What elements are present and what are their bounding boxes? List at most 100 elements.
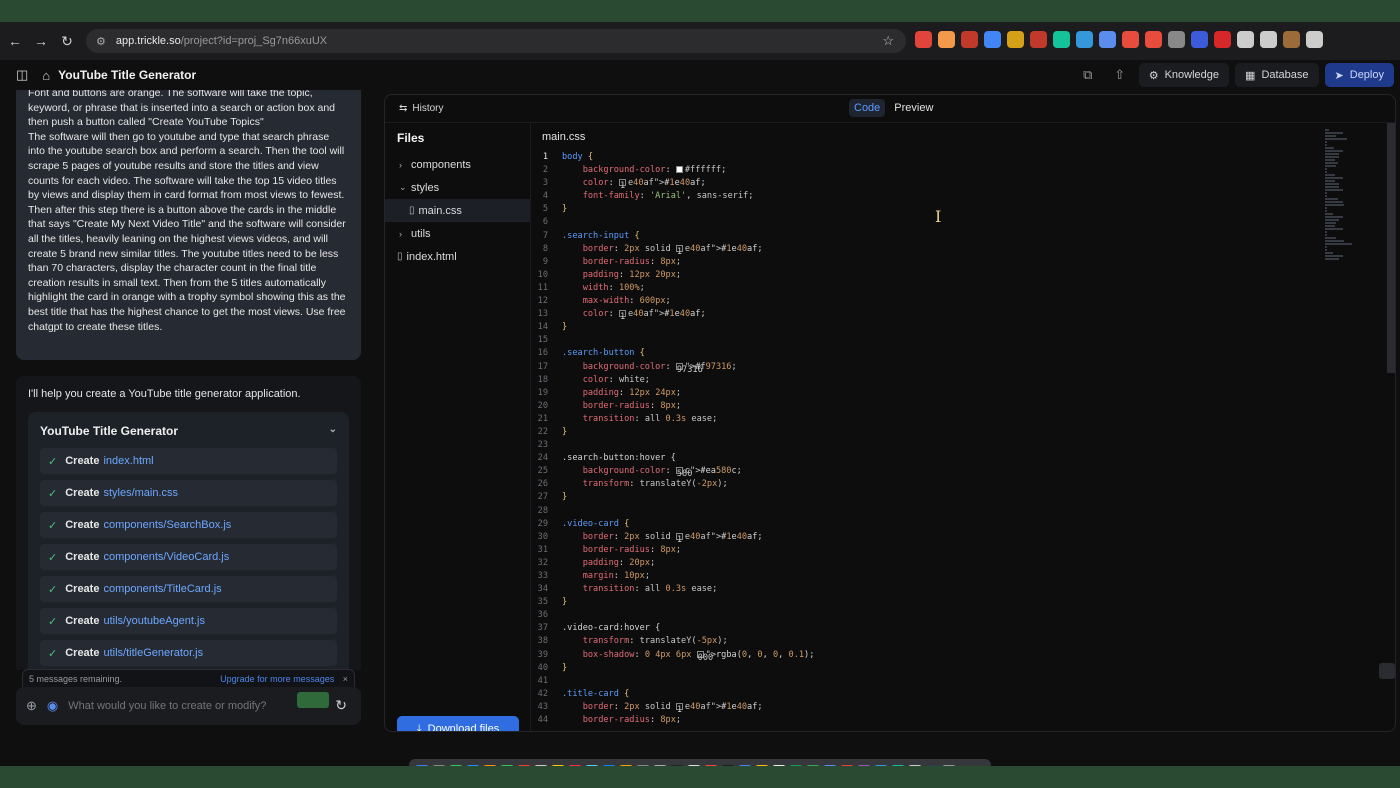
generation-card-header[interactable]: YouTube Title Generator ⌄ (40, 424, 337, 438)
task-item[interactable]: ✓ Create utils/titleGenerator.js (40, 640, 337, 666)
tab-preview[interactable]: Preview (889, 99, 938, 117)
v-icon[interactable] (1214, 31, 1231, 48)
collapse-handle[interactable] (1379, 663, 1395, 679)
code-line[interactable]: 35} (532, 596, 1392, 609)
site-settings-icon[interactable]: ⚙ (96, 35, 106, 48)
chevron-down-icon[interactable]: ⌄ (329, 424, 337, 438)
desc-icon[interactable] (1030, 31, 1047, 48)
deploy-button[interactable]: ➤ Deploy (1324, 63, 1394, 87)
code-line[interactable]: 38 transform: translateY(-5px); (532, 635, 1392, 648)
task-item[interactable]: ✓ Create components/SearchBox.js (40, 512, 337, 538)
code-line[interactable]: 23 (532, 439, 1392, 452)
code-line[interactable]: 30 border: 2px solid 1 e40af">#1e40af; (532, 531, 1392, 545)
sheet-icon[interactable] (1168, 31, 1185, 48)
figma-icon[interactable] (938, 31, 955, 48)
task-item[interactable]: ✓ Create components/TitleCard.js (40, 576, 337, 602)
task-item[interactable]: ✓ Create styles/main.css (40, 480, 337, 506)
close-icon[interactable]: × (343, 674, 348, 684)
code-line[interactable]: 6 (532, 216, 1392, 229)
code-line[interactable]: 39 box-shadow: 0 4px 6px 000">rgba(0, 0,… (532, 649, 1392, 663)
code-line[interactable]: 26 transform: translateY(-2px); (532, 478, 1392, 491)
code-line[interactable]: 14} (532, 321, 1392, 334)
task-item[interactable]: ✓ Create components/VideoCard.js (40, 544, 337, 570)
code-line[interactable]: 3 color: 1 e40af">#1e40af; (532, 177, 1392, 191)
code-line[interactable]: 37 .video-card:hover { (532, 622, 1392, 635)
task-item[interactable]: ✓ Create index.html (40, 448, 337, 474)
code-line[interactable]: 1 body { (532, 151, 1392, 164)
code-area[interactable]: main.css 1 body {2 background-color: #fff… (532, 123, 1395, 731)
code-line[interactable]: 21 transition: all 0.3s ease; (532, 413, 1392, 426)
o-icon[interactable] (1122, 31, 1139, 48)
copy-icon[interactable]: ⧉ (1075, 67, 1101, 83)
m-icon[interactable] (1076, 31, 1093, 48)
doc-icon[interactable] (1099, 31, 1116, 48)
history-button[interactable]: ⇆ History (399, 103, 444, 114)
file-item[interactable]: ▯ index.html (385, 245, 530, 268)
task-file-link[interactable]: index.html (103, 455, 153, 467)
code-editor[interactable]: 1 body {2 background-color: #ffffff; 3 col… (532, 151, 1392, 727)
code-line[interactable]: 11 width: 100%; (532, 282, 1392, 295)
code-line[interactable]: 31 border-radius: 8px; (532, 544, 1392, 557)
back-icon[interactable]: ← (2, 33, 28, 49)
grammarly-icon[interactable] (1053, 31, 1070, 48)
add-icon[interactable]: ⊕ (26, 698, 37, 714)
code-line[interactable]: 41 (532, 675, 1392, 688)
code-line[interactable]: 20 border-radius: 8px; (532, 400, 1392, 413)
translate-icon[interactable] (1007, 31, 1024, 48)
code-line[interactable]: 4 font-family: 'Arial', sans-serif; (532, 190, 1392, 203)
drop-icon[interactable] (984, 31, 1001, 48)
home-icon[interactable]: ⌂ (42, 68, 50, 83)
code-line[interactable]: 12 max-width: 600px; (532, 295, 1392, 308)
download-icon[interactable] (1260, 31, 1277, 48)
palette-icon[interactable]: ◉ (47, 698, 58, 714)
code-line[interactable]: 5} (532, 203, 1392, 216)
code-line[interactable]: 28 (532, 505, 1392, 518)
code-line[interactable]: 22} (532, 426, 1392, 439)
generation-card[interactable]: YouTube Title Generator ⌄ ✓ Create index.h… (28, 412, 349, 670)
task-file-link[interactable]: components/TitleCard.js (103, 583, 221, 595)
code-line[interactable]: 24 .search-button:hover { (532, 452, 1392, 465)
share-icon[interactable]: ⇧ (1107, 67, 1133, 83)
upgrade-link[interactable]: Upgrade for more messages (220, 674, 334, 684)
folder-item[interactable]: › components (385, 153, 530, 176)
code-line[interactable]: 7 .search-input { (532, 230, 1392, 243)
code-line[interactable]: 44 border-radius: 8px; (532, 714, 1392, 727)
bookmark-star-icon[interactable]: ☆ (882, 33, 894, 49)
code-line[interactable]: 13 color: 1 e40af">#1e40af; (532, 308, 1392, 322)
database-button[interactable]: ▦ Database (1235, 63, 1319, 87)
puzzle-icon[interactable] (961, 31, 978, 48)
tab-code[interactable]: Code (849, 99, 886, 117)
menu-icon[interactable] (1306, 31, 1323, 48)
code-line[interactable]: 42 .title-card { (532, 688, 1392, 701)
folder-item[interactable]: ⌄ styles (385, 176, 530, 199)
task-item[interactable]: ✓ Create utils/youtubeAgent.js (40, 608, 337, 634)
code-line[interactable]: 29 .video-card { (532, 518, 1392, 531)
pen-icon[interactable] (915, 31, 932, 48)
minimap[interactable] (1325, 129, 1355, 260)
code-line[interactable]: 40} (532, 662, 1392, 675)
reload-icon[interactable]: ↻ (54, 33, 80, 50)
task-file-link[interactable]: components/VideoCard.js (103, 551, 229, 563)
code-line[interactable]: 33 margin: 10px; (532, 570, 1392, 583)
task-file-link[interactable]: utils/titleGenerator.js (103, 647, 203, 659)
task-file-link[interactable]: components/SearchBox.js (103, 519, 231, 531)
code-line[interactable]: 34 transition: all 0.3s ease; (532, 583, 1392, 596)
forward-icon[interactable]: → (28, 33, 54, 49)
file-item[interactable]: ▯ main.css (385, 199, 530, 222)
code-line[interactable]: 8 border: 2px solid 1 e40af">#1e40af; (532, 243, 1392, 257)
code-line[interactable]: 9 border-radius: 8px; (532, 256, 1392, 269)
m2-icon[interactable] (1191, 31, 1208, 48)
ai-icon[interactable] (1145, 31, 1162, 48)
code-line[interactable]: 32 padding: 20px; (532, 557, 1392, 570)
code-line[interactable]: 2 background-color: #ffffff; (532, 164, 1392, 177)
code-line[interactable]: 25 background-color: 580c">#ea580c; (532, 465, 1392, 479)
code-line[interactable]: 36 (532, 609, 1392, 622)
editor-scrollbar[interactable] (1387, 123, 1395, 373)
code-line[interactable]: 19 padding: 12px 24px; (532, 387, 1392, 400)
code-line[interactable]: 17 background-color: 97316">#f97316; (532, 361, 1392, 375)
profile-icon[interactable] (1283, 31, 1300, 48)
code-line[interactable]: 10 padding: 12px 20px; (532, 269, 1392, 282)
code-line[interactable]: 16 .search-button { (532, 347, 1392, 360)
chat-input[interactable] (68, 700, 279, 712)
extensions-icon[interactable] (1237, 31, 1254, 48)
